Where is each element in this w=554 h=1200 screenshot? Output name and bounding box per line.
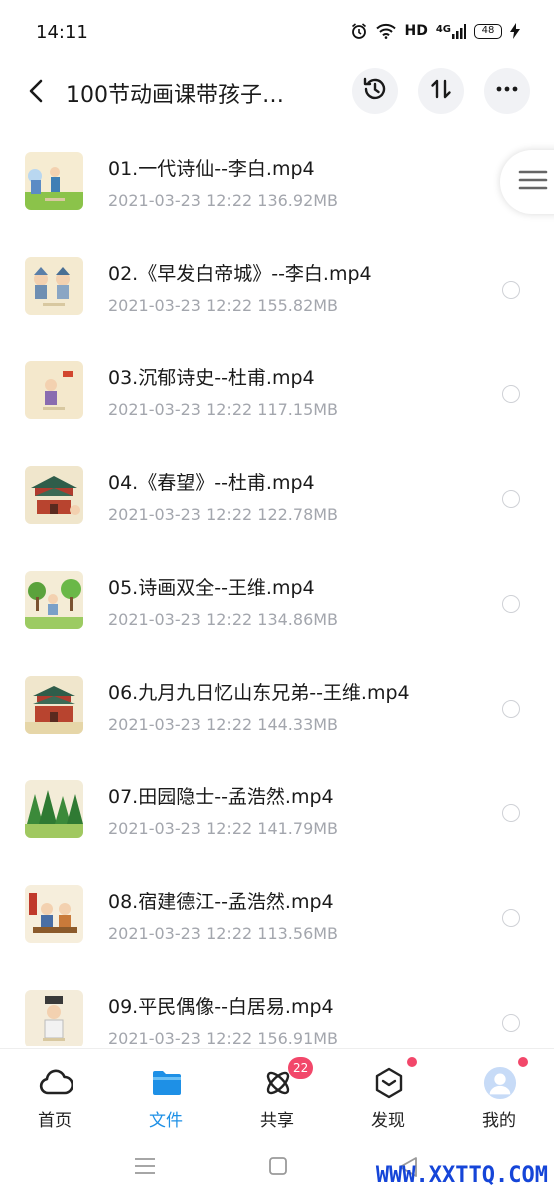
nav-label: 共享	[260, 1111, 294, 1131]
file-meta: 2021-03-23 12:22 136.92MB	[108, 191, 339, 210]
video-thumbnail	[25, 675, 83, 734]
discover-dot-badge	[407, 1057, 417, 1067]
status-icons: HD 4G 48	[350, 22, 520, 40]
discover-box-icon	[372, 1066, 406, 1100]
file-list: 01.一代诗仙--李白.mp4 2021-03-23 12:22 136.92M…	[0, 128, 554, 1046]
back-icon[interactable]	[22, 76, 52, 106]
hamburger-icon	[518, 168, 548, 196]
battery-icon: 48	[474, 23, 502, 39]
status-bar: 14:11 HD 4G 48	[0, 0, 554, 66]
video-thumbnail	[25, 989, 83, 1046]
select-radio[interactable]	[502, 699, 520, 718]
sort-button[interactable]	[418, 68, 464, 114]
video-thumbnail	[25, 780, 83, 839]
nav-files[interactable]: 文件	[111, 1049, 221, 1135]
avatar-icon	[483, 1066, 517, 1100]
file-meta: 2021-03-23 12:22 155.82MB	[108, 295, 339, 315]
select-radio[interactable]	[502, 280, 520, 299]
file-name: 01.一代诗仙--李白.mp4	[108, 158, 315, 180]
history-icon	[361, 75, 389, 107]
more-icon	[494, 76, 520, 106]
nav-share[interactable]: 22 共享	[222, 1049, 332, 1135]
nav-label: 首页	[38, 1111, 72, 1131]
file-row[interactable]: 07.田园隐士--孟浩然.mp4 2021-03-23 12:22 141.79…	[0, 756, 554, 861]
me-dot-badge	[518, 1057, 528, 1067]
select-radio[interactable]	[502, 908, 520, 927]
nav-home[interactable]: 首页	[0, 1049, 110, 1135]
select-radio[interactable]	[502, 804, 520, 823]
sort-icon	[428, 76, 454, 106]
alarm-icon	[350, 22, 368, 40]
file-name: 08.宿建德江--孟浩然.mp4	[108, 890, 334, 913]
nav-discover[interactable]: 发现	[333, 1049, 443, 1135]
select-radio[interactable]	[502, 1013, 520, 1032]
file-name: 06.九月九日忆山东兄弟--王维.mp4	[108, 681, 410, 704]
file-name: 09.平民偶像--白居易.mp4	[108, 995, 334, 1018]
file-name: 04.《春望》--杜甫.mp4	[108, 472, 315, 495]
file-row[interactable]: 02.《早发白帝城》--李白.mp4 2021-03-23 12:22 155.…	[0, 233, 554, 338]
video-thumbnail	[25, 884, 83, 943]
select-radio[interactable]	[502, 490, 520, 509]
nav-label: 文件	[149, 1111, 183, 1131]
history-button[interactable]	[352, 68, 398, 114]
file-meta: 2021-03-23 12:22 144.33MB	[108, 714, 339, 734]
select-radio[interactable]	[502, 594, 520, 613]
file-meta: 2021-03-23 12:22 134.86MB	[108, 609, 339, 629]
file-meta: 2021-03-23 12:22 122.78MB	[108, 505, 339, 525]
file-meta: 2021-03-23 12:22 113.56MB	[108, 923, 339, 943]
signal-icon: 4G	[435, 23, 466, 39]
video-thumbnail	[25, 361, 83, 420]
hd-indicator: HD	[404, 23, 428, 39]
file-name: 07.田园隐士--孟浩然.mp4	[108, 786, 334, 809]
file-row[interactable]: 03.沉郁诗史--杜甫.mp4 2021-03-23 12:22 117.15M…	[0, 337, 554, 442]
file-meta: 2021-03-23 12:22 141.79MB	[108, 819, 339, 839]
wifi-icon	[376, 23, 397, 39]
file-meta: 2021-03-23 12:22 156.91MB	[108, 1028, 339, 1046]
select-radio[interactable]	[502, 385, 520, 404]
cloud-home-icon	[39, 1066, 73, 1100]
file-row[interactable]: 05.诗画双全--王维.mp4 2021-03-23 12:22 134.86M…	[0, 547, 554, 652]
more-button[interactable]	[484, 68, 530, 114]
watermark: WWW.XXTTQ.COM	[375, 1163, 548, 1188]
status-time: 14:11	[36, 22, 88, 43]
file-meta: 2021-03-23 12:22 117.15MB	[108, 400, 339, 420]
share-badge: 22	[288, 1057, 314, 1079]
file-row[interactable]: 09.平民偶像--白居易.mp4 2021-03-23 12:22 156.91…	[0, 966, 554, 1046]
nav-me[interactable]: 我的	[444, 1049, 554, 1135]
video-thumbnail	[25, 570, 83, 629]
video-thumbnail	[25, 152, 83, 210]
page-title: 100节动画课带孩子…	[66, 83, 284, 108]
video-thumbnail	[25, 466, 83, 525]
folder-icon	[150, 1066, 184, 1100]
file-name: 02.《早发白帝城》--李白.mp4	[108, 262, 372, 285]
file-row[interactable]: 04.《春望》--杜甫.mp4 2021-03-23 12:22 122.78M…	[0, 442, 554, 547]
file-row[interactable]: 06.九月九日忆山东兄弟--王维.mp4 2021-03-23 12:22 14…	[0, 652, 554, 757]
bottom-nav: 首页 文件 22 共享 发现 我的	[0, 1048, 554, 1134]
header: 100节动画课带孩子…	[0, 66, 554, 118]
file-name: 05.诗画双全--王维.mp4	[108, 576, 315, 599]
file-row[interactable]: 01.一代诗仙--李白.mp4 2021-03-23 12:22 136.92M…	[0, 128, 554, 233]
network-type: 4G	[435, 23, 451, 35]
nav-label: 我的	[482, 1111, 516, 1131]
nav-label: 发现	[371, 1111, 405, 1131]
file-row[interactable]: 08.宿建德江--孟浩然.mp4 2021-03-23 12:22 113.56…	[0, 861, 554, 966]
charging-icon	[510, 23, 520, 39]
file-name: 03.沉郁诗史--杜甫.mp4	[108, 367, 315, 390]
recents-icon[interactable]	[134, 1156, 156, 1180]
video-thumbnail	[25, 256, 83, 315]
home-icon[interactable]	[268, 1156, 288, 1180]
